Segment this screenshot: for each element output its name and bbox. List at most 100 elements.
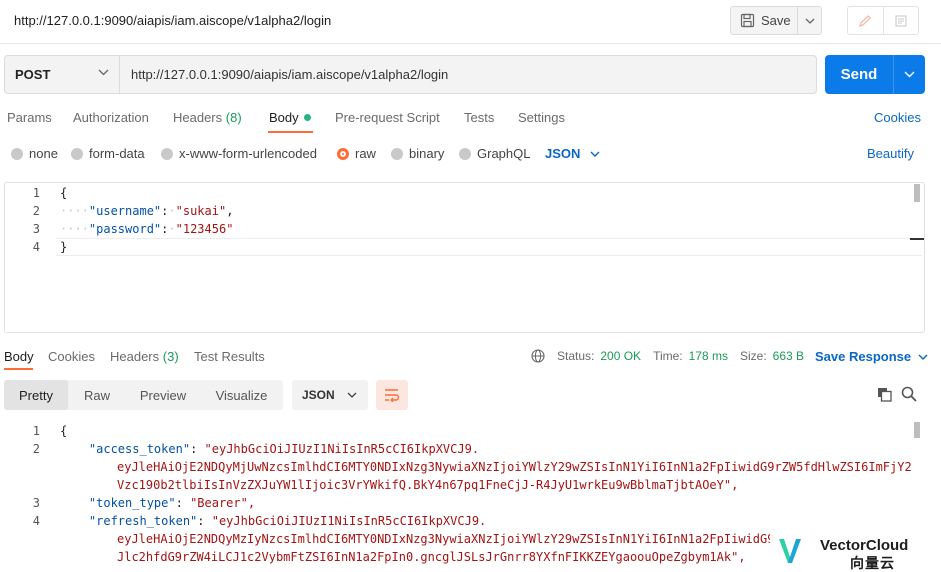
code-line: "refresh_token": "eyJhbGciOiJIUzI1NiIsIn…	[88, 514, 487, 528]
save-response-button[interactable]: Save Response	[815, 349, 928, 364]
code-line-wrapped: eyJleHAiOjE2NDQyMzIyNzcsImlhdCI6MTY0NDIx…	[117, 532, 775, 546]
response-tab-headers[interactable]: Headers (3)	[110, 349, 179, 364]
editor-scroll-marker	[910, 238, 924, 240]
status-value[interactable]: 200 OK	[600, 349, 641, 363]
view-pretty[interactable]: Pretty	[4, 380, 68, 410]
response-view-switcher: Pretty Raw Preview Visualize	[4, 380, 283, 410]
code-line: {	[60, 186, 67, 200]
response-language-select[interactable]: JSON	[292, 380, 368, 410]
json-brace: }	[60, 240, 68, 254]
active-line-highlight	[56, 238, 922, 256]
pencil-icon	[859, 14, 872, 27]
radio-label: none	[29, 146, 58, 161]
wrap-lines-icon	[385, 389, 400, 402]
radio-dot	[11, 147, 23, 160]
response-tab-cookies[interactable]: Cookies	[48, 349, 95, 364]
search-icon[interactable]	[901, 386, 917, 402]
send-button[interactable]: Send	[825, 55, 893, 94]
view-visualize[interactable]: Visualize	[200, 380, 283, 410]
method-select[interactable]: POST	[4, 55, 120, 94]
documentation-button[interactable]	[884, 7, 919, 34]
code-line: }	[60, 240, 67, 254]
method-value: POST	[15, 67, 51, 82]
code-line: ····"username":·"sukai",	[60, 204, 234, 218]
chevron-down-icon	[918, 354, 928, 360]
wrap-lines-button[interactable]	[376, 380, 408, 410]
chevron-down-icon	[590, 151, 600, 157]
code-line: "token_type": "Bearer",	[88, 496, 256, 510]
json-value: "Bearer",	[190, 496, 256, 510]
code-line: "access_token": "eyJhbGciOiJIUzI1NiIsInR…	[88, 442, 480, 456]
response-tab-body[interactable]: Body	[4, 349, 34, 364]
watermark-subtitle: 向量云	[850, 555, 895, 571]
tab-authorization[interactable]: Authorization	[73, 110, 149, 125]
chevron-down-icon	[904, 71, 915, 78]
time-value[interactable]: 178 ms	[689, 349, 728, 363]
url-input[interactable]: http://127.0.0.1:9090/aiapis/iam.aiscope…	[119, 55, 817, 94]
body-language-select[interactable]: JSON	[545, 146, 600, 161]
line-number: 4	[32, 514, 40, 528]
radio-label: GraphQL	[477, 146, 531, 161]
active-tab-underline	[4, 368, 33, 370]
save-response-label: Save Response	[815, 349, 912, 364]
radio-binary[interactable]: binary	[391, 146, 444, 161]
document-icon	[895, 14, 907, 27]
view-preview[interactable]: Preview	[126, 380, 200, 410]
response-scrollbar[interactable]	[914, 422, 920, 438]
response-language-value: JSON	[302, 388, 335, 402]
radio-graphql[interactable]: GraphQL	[459, 146, 530, 161]
radio-label: raw	[355, 146, 376, 161]
editor-scrollbar[interactable]	[914, 184, 920, 202]
tab-body-label: Body	[269, 110, 299, 125]
request-title[interactable]: http://127.0.0.1:9090/aiapis/iam.aiscope…	[14, 13, 331, 28]
copy-icon[interactable]	[877, 387, 892, 402]
vectorcloud-logo-icon	[779, 539, 801, 563]
radio-raw[interactable]: raw	[337, 146, 376, 161]
tab-params[interactable]: Params	[7, 110, 52, 125]
response-headers-count: (3)	[162, 349, 179, 364]
chevron-down-icon	[98, 69, 109, 76]
radio-dot	[391, 147, 403, 160]
edit-actions	[847, 6, 919, 35]
json-key: "refresh_token"	[88, 514, 198, 528]
response-tab-test-results[interactable]: Test Results	[194, 349, 265, 364]
line-number: 1	[32, 186, 40, 200]
tab-settings[interactable]: Settings	[518, 110, 565, 125]
tab-tests[interactable]: Tests	[464, 110, 494, 125]
radio-label: form-data	[89, 146, 145, 161]
tab-headers[interactable]: Headers (8)	[173, 110, 242, 125]
json-value: "eyJhbGciOiJIUzI1NiIsInR5cCI6IkpXVCJ9.	[211, 514, 487, 528]
json-brace: {	[60, 186, 68, 200]
save-options-button[interactable]	[797, 6, 822, 35]
edit-button[interactable]	[848, 7, 884, 34]
radio-form-data[interactable]: form-data	[71, 146, 145, 161]
code-line-wrapped: Vzc190b2tlbiIsInVzZXJuYW1lIjoic3VrYWkifQ…	[117, 478, 739, 492]
send-options-button[interactable]	[893, 55, 925, 94]
line-number: 4	[32, 240, 40, 254]
json-value: "sukai"	[175, 204, 227, 218]
json-key: "token_type"	[88, 496, 176, 510]
tab-prerequest-script[interactable]: Pre-request Script	[335, 110, 440, 125]
code-line: ····"password":·"123456"	[60, 222, 234, 236]
response-tab-headers-label: Headers	[110, 349, 160, 364]
radio-dot	[161, 147, 173, 160]
tab-body[interactable]: Body	[269, 110, 311, 125]
tab-headers-label: Headers	[173, 110, 223, 125]
json-value: "eyJhbGciOiJIUzI1NiIsInR5cCI6IkpXVCJ9.	[204, 442, 480, 456]
line-number: 3	[32, 496, 40, 510]
size-value[interactable]: 663 B	[773, 349, 804, 363]
line-number: 1	[32, 424, 40, 438]
beautify-link[interactable]: Beautify	[867, 146, 914, 161]
line-number: 2	[32, 442, 40, 456]
radio-none[interactable]: none	[11, 146, 58, 161]
code-line-wrapped: Jlc2hfdG9rZW4iLCJ1c2VybmFtZSI6InN1a2FpIn…	[117, 550, 746, 564]
radio-urlencoded[interactable]: x-www-form-urlencoded	[161, 146, 317, 161]
json-brace: {	[60, 424, 68, 438]
cookies-link[interactable]: Cookies	[874, 110, 921, 125]
headers-count: (8)	[225, 110, 242, 125]
globe-icon[interactable]	[531, 349, 545, 363]
code-line-wrapped: eyJleHAiOjE2NDQyMjUwNzcsImlhdCI6MTY0NDIx…	[117, 460, 912, 474]
json-value: "123456"	[175, 222, 234, 236]
view-raw[interactable]: Raw	[68, 380, 126, 410]
save-button[interactable]: Save	[730, 6, 798, 35]
